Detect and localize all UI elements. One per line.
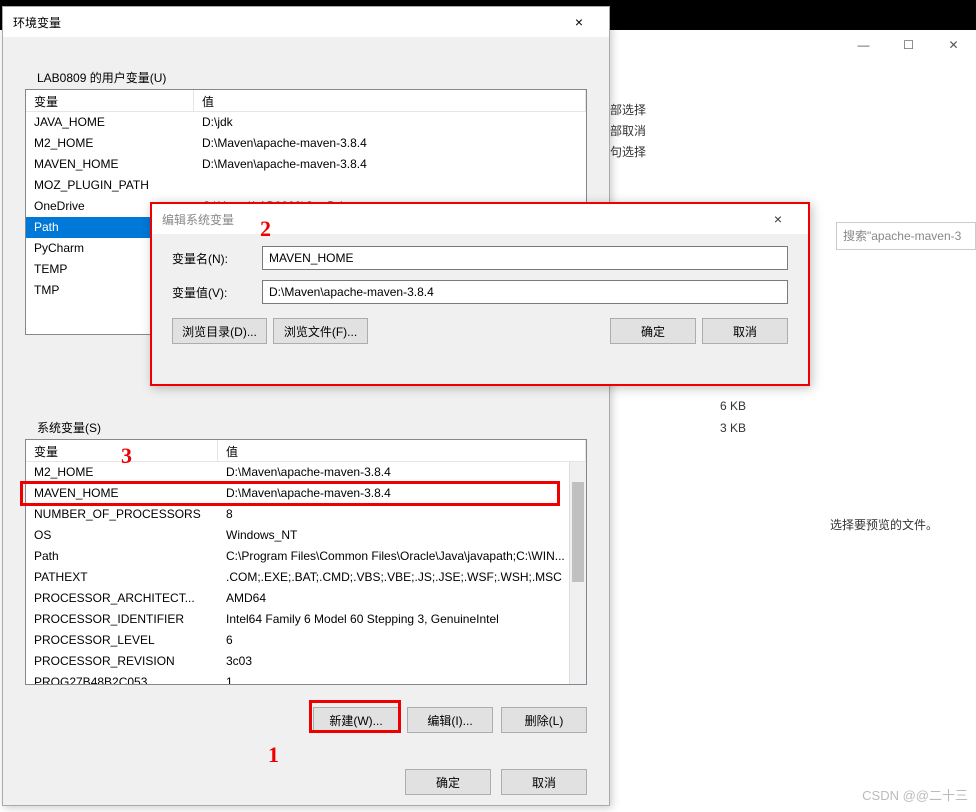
table-row[interactable]: PathC:\Program Files\Common Files\Oracle… — [26, 546, 586, 567]
var-name: Path — [26, 546, 218, 567]
file-size: 3 KB — [720, 417, 746, 439]
system-variables-table[interactable]: 变量 值 M2_HOMED:\Maven\apache-maven-3.8.4M… — [25, 439, 587, 685]
browse-file-button[interactable]: 浏览文件(F)... — [273, 318, 368, 344]
edit-dialog-title: 编辑系统变量 — [162, 211, 758, 228]
side-item: 部选择 — [610, 100, 646, 121]
delete-button[interactable]: 删除(L) — [501, 707, 587, 733]
browse-directory-button[interactable]: 浏览目录(D)... — [172, 318, 267, 344]
file-size-column: 6 KB 3 KB — [720, 395, 746, 439]
close-button[interactable]: ✕ — [931, 31, 976, 59]
var-value: .COM;.EXE;.BAT;.CMD;.VBS;.VBE;.JS;.JSE;.… — [218, 567, 586, 588]
var-value: D:\Maven\apache-maven-3.8.4 — [218, 483, 586, 504]
edit-body: 变量名(N): 变量值(V): 浏览目录(D)... 浏览文件(F)... 确定… — [152, 234, 808, 356]
dialog-buttons: 确定 取消 — [405, 769, 587, 795]
watermark: CSDN @@二十三 — [862, 785, 968, 804]
table-row[interactable]: MAVEN_HOMED:\Maven\apache-maven-3.8.4 — [26, 154, 586, 175]
var-value: AMD64 — [218, 588, 586, 609]
var-name: M2_HOME — [26, 133, 194, 154]
table-row[interactable]: PATHEXT.COM;.EXE;.BAT;.CMD;.VBS;.VBE;.JS… — [26, 567, 586, 588]
col-variable[interactable]: 变量 — [26, 90, 194, 111]
var-value: C:\Program Files\Common Files\Oracle\Jav… — [218, 546, 586, 567]
table-row[interactable]: PROCESSOR_LEVEL6 — [26, 630, 586, 651]
explorer-side-snippets: 部选择 部取消 句选择 — [610, 100, 646, 163]
var-name: PROG27B48B2C053 — [26, 672, 218, 685]
var-name: M2_HOME — [26, 462, 218, 483]
var-name: MOZ_PLUGIN_PATH — [26, 175, 194, 196]
var-value: 6 — [218, 630, 586, 651]
edit-dialog-titlebar[interactable]: 编辑系统变量 × — [152, 204, 808, 234]
ok-button[interactable]: 确定 — [610, 318, 696, 344]
variable-name-label: 变量名(N): — [172, 250, 262, 267]
maximize-button[interactable]: ☐ — [886, 31, 931, 59]
new-button[interactable]: 新建(W)... — [313, 707, 399, 733]
ok-button[interactable]: 确定 — [405, 769, 491, 795]
side-item: 句选择 — [610, 142, 646, 163]
system-variables-label: 系统变量(S) — [33, 419, 105, 436]
var-value: D:\Maven\apache-maven-3.8.4 — [194, 133, 586, 154]
var-value: Windows_NT — [218, 525, 586, 546]
dialog-title: 环境变量 — [13, 14, 559, 31]
side-item: 部取消 — [610, 121, 646, 142]
table-header[interactable]: 变量 值 — [26, 90, 586, 112]
table-row[interactable]: M2_HOMED:\Maven\apache-maven-3.8.4 — [26, 133, 586, 154]
var-name: MAVEN_HOME — [26, 483, 218, 504]
table-header[interactable]: 变量 值 — [26, 440, 586, 462]
var-name: PROCESSOR_IDENTIFIER — [26, 609, 218, 630]
cancel-button[interactable]: 取消 — [501, 769, 587, 795]
table-row[interactable]: M2_HOMED:\Maven\apache-maven-3.8.4 — [26, 462, 586, 483]
variable-value-input[interactable] — [262, 280, 788, 304]
table-row[interactable]: PROCESSOR_REVISION3c03 — [26, 651, 586, 672]
scroll-thumb[interactable] — [572, 482, 584, 582]
var-value: 8 — [218, 504, 586, 525]
var-name: PATHEXT — [26, 567, 218, 588]
close-icon[interactable]: × — [758, 211, 798, 227]
system-buttons-row: 新建(W)... 编辑(I)... 删除(L) — [313, 707, 587, 733]
var-value: 3c03 — [218, 651, 586, 672]
var-value: D:\jdk — [194, 112, 586, 133]
var-value: Intel64 Family 6 Model 60 Stepping 3, Ge… — [218, 609, 586, 630]
var-name: JAVA_HOME — [26, 112, 194, 133]
col-value[interactable]: 值 — [218, 440, 586, 461]
var-value: 1 — [218, 672, 586, 685]
var-name: PROCESSOR_REVISION — [26, 651, 218, 672]
variable-name-input[interactable] — [262, 246, 788, 270]
table-row[interactable]: PROCESSOR_IDENTIFIERIntel64 Family 6 Mod… — [26, 609, 586, 630]
edit-button[interactable]: 编辑(I)... — [407, 707, 493, 733]
table-row[interactable]: PROG27B48B2C0531 — [26, 672, 586, 685]
var-name: PROCESSOR_LEVEL — [26, 630, 218, 651]
table-row[interactable]: MOZ_PLUGIN_PATH — [26, 175, 586, 196]
table-row[interactable]: NUMBER_OF_PROCESSORS8 — [26, 504, 586, 525]
search-input[interactable]: 搜索"apache-maven-3 — [836, 222, 976, 250]
environment-variables-dialog: 环境变量 × LAB0809 的用户变量(U) 变量 值 JAVA_HOMED:… — [2, 6, 610, 806]
cancel-button[interactable]: 取消 — [702, 318, 788, 344]
preview-placeholder: 选择要预览的文件。 — [830, 516, 938, 533]
edit-system-variable-dialog: 编辑系统变量 × 变量名(N): 变量值(V): 浏览目录(D)... 浏览文件… — [150, 202, 810, 386]
variable-value-row: 变量值(V): — [172, 280, 788, 304]
table-row[interactable]: OSWindows_NT — [26, 525, 586, 546]
explorer-titlebar: — ☐ ✕ — [616, 30, 976, 60]
file-size: 6 KB — [720, 395, 746, 417]
var-value: D:\Maven\apache-maven-3.8.4 — [194, 154, 586, 175]
col-variable[interactable]: 变量 — [26, 440, 218, 461]
var-name: PROCESSOR_ARCHITECT... — [26, 588, 218, 609]
table-row[interactable]: PROCESSOR_ARCHITECT...AMD64 — [26, 588, 586, 609]
scrollbar[interactable] — [569, 462, 586, 684]
var-value — [194, 175, 586, 196]
variable-value-label: 变量值(V): — [172, 284, 262, 301]
var-name: MAVEN_HOME — [26, 154, 194, 175]
col-value[interactable]: 值 — [194, 90, 586, 111]
var-name: NUMBER_OF_PROCESSORS — [26, 504, 218, 525]
table-row[interactable]: MAVEN_HOMED:\Maven\apache-maven-3.8.4 — [26, 483, 586, 504]
user-variables-label: LAB0809 的用户变量(U) — [33, 69, 170, 86]
edit-buttons-row: 浏览目录(D)... 浏览文件(F)... 确定 取消 — [172, 318, 788, 344]
var-name: OS — [26, 525, 218, 546]
table-row[interactable]: JAVA_HOMED:\jdk — [26, 112, 586, 133]
var-value: D:\Maven\apache-maven-3.8.4 — [218, 462, 586, 483]
system-variables-group: 系统变量(S) 变量 值 M2_HOMED:\Maven\apache-mave… — [25, 427, 597, 753]
variable-name-row: 变量名(N): — [172, 246, 788, 270]
minimize-button[interactable]: — — [841, 31, 886, 59]
close-icon[interactable]: × — [559, 14, 599, 30]
dialog-titlebar[interactable]: 环境变量 × — [3, 7, 609, 37]
